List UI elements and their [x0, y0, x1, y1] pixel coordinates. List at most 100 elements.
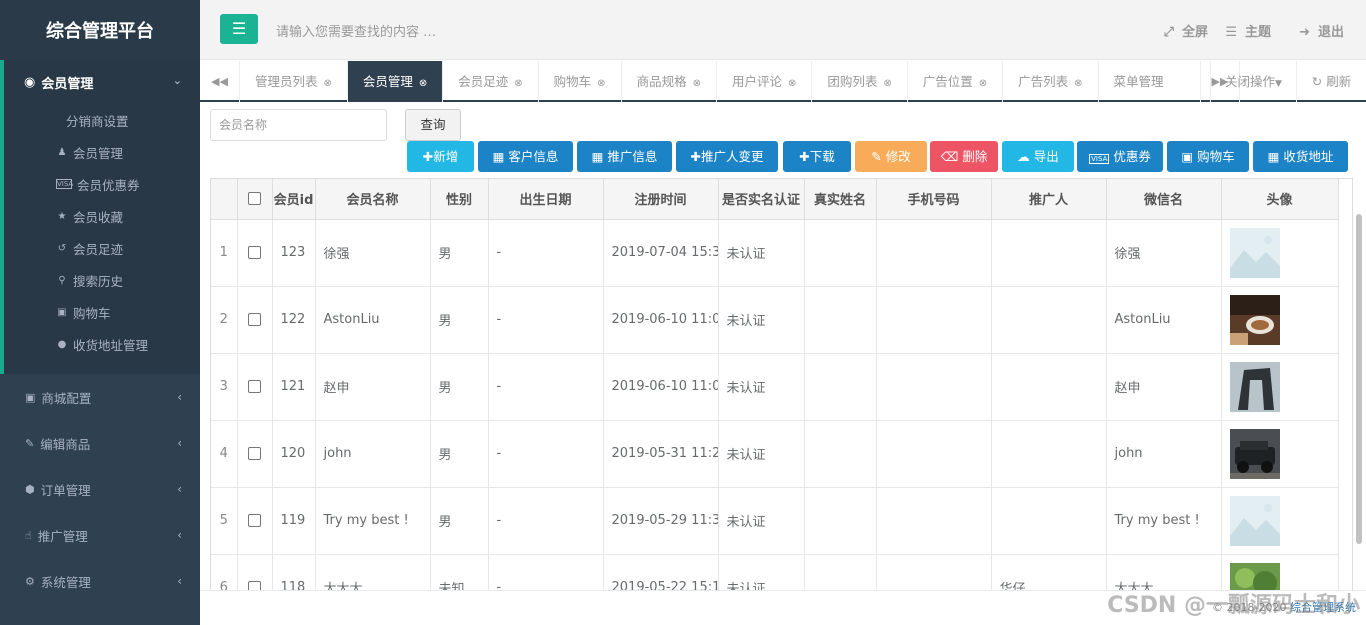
- tab-user-comments[interactable]: 用户评论 ⊗: [717, 61, 813, 102]
- close-icon[interactable]: ⊗: [324, 78, 332, 89]
- avatar-image[interactable]: [1229, 562, 1280, 591]
- tab-label: 管理员列表: [255, 74, 318, 89]
- submenu-address[interactable]: ● 收货地址管理: [4, 328, 200, 360]
- submenu-member-favorite[interactable]: ★ 会员收藏: [4, 200, 200, 232]
- cart-icon: ▣: [57, 306, 67, 318]
- button-label: 删除: [962, 149, 988, 164]
- menu-mall-config[interactable]: ▣ 商城配置 ‹: [0, 374, 200, 420]
- column-header-gender[interactable]: 性别: [430, 179, 489, 220]
- download-button[interactable]: ✚下载: [783, 141, 851, 172]
- column-header-id[interactable]: 会员id: [272, 179, 316, 220]
- cell-id: 119: [272, 487, 316, 555]
- tab-goods-spec[interactable]: 商品规格 ⊗: [622, 61, 717, 102]
- vertical-scrollbar[interactable]: [1356, 214, 1362, 544]
- close-icon[interactable]: ⊗: [419, 78, 427, 89]
- row-select-checkbox[interactable]: [248, 514, 261, 527]
- chevron-left-icon: ‹: [177, 482, 182, 496]
- cell-id: 118: [272, 554, 316, 590]
- promo-info-button[interactable]: ▦ 推广信息: [577, 141, 672, 172]
- tab-admin-list[interactable]: 管理员列表 ⊗: [240, 61, 348, 102]
- menu-promo-manage[interactable]: ☝ 推广管理 ‹: [0, 512, 200, 558]
- avatar-image[interactable]: [1229, 294, 1280, 345]
- submenu-member-coupon[interactable]: VISA 会员优惠券: [4, 168, 200, 200]
- export-button[interactable]: ☁ 导出: [1002, 141, 1074, 172]
- close-icon[interactable]: ⊗: [514, 78, 522, 89]
- menu-order-manage[interactable]: ⬢ 订单管理 ‹: [0, 466, 200, 512]
- table-row[interactable]: 3121赵申男-2019-06-10 11:00:未认证赵申: [211, 353, 1339, 421]
- table-row[interactable]: 6118大大大未知-2019-05-22 15:18:未认证华仔大大大: [211, 554, 1339, 591]
- close-icon[interactable]: ⊗: [693, 78, 701, 89]
- submenu-member-footprint[interactable]: ↺ 会员足迹: [4, 232, 200, 264]
- close-operations-dropdown[interactable]: 关闭操作▼: [1210, 61, 1296, 102]
- row-select-checkbox[interactable]: [248, 246, 261, 259]
- table-row[interactable]: 1123徐强男-2019-07-04 15:37:未认证徐强: [211, 219, 1339, 287]
- row-select-checkbox[interactable]: [248, 313, 261, 326]
- query-button[interactable]: 查询: [405, 109, 461, 141]
- delete-button[interactable]: ⌫ 删除: [930, 141, 998, 172]
- column-header-wechat[interactable]: 微信名: [1106, 179, 1222, 220]
- tab-ad-list[interactable]: 广告列表 ⊗: [1003, 61, 1099, 102]
- close-icon[interactable]: ⊗: [1074, 78, 1082, 89]
- column-header-register-time[interactable]: 注册时间: [603, 179, 719, 220]
- row-select-checkbox[interactable]: [248, 380, 261, 393]
- close-icon[interactable]: ⊗: [883, 78, 891, 89]
- submenu-member-manage[interactable]: ♟ 会员管理: [4, 136, 200, 168]
- edit-button[interactable]: ✎ 修改: [855, 141, 927, 172]
- cart-button[interactable]: ▣ 购物车: [1167, 141, 1249, 172]
- submenu-cart[interactable]: ▣ 购物车: [4, 296, 200, 328]
- add-button[interactable]: ✚新增: [407, 141, 474, 172]
- column-header-name[interactable]: 会员名称: [315, 179, 431, 220]
- column-header-birthdate[interactable]: 出生日期: [488, 179, 604, 220]
- column-header-phone[interactable]: 手机号码: [876, 179, 992, 220]
- tab-ad-position[interactable]: 广告位置 ⊗: [908, 61, 1004, 102]
- refresh-button[interactable]: ↻ 刷新: [1296, 61, 1366, 102]
- menu-system-manage[interactable]: ⚙ 系统管理 ‹: [0, 558, 200, 604]
- fullscreen-button[interactable]: ⤢ 全屏: [1164, 21, 1208, 40]
- tab-member-manage[interactable]: 会员管理 ⊗: [347, 61, 444, 102]
- select-all-checkbox[interactable]: [248, 192, 261, 206]
- close-icon[interactable]: ⊗: [979, 78, 987, 89]
- column-header-verified[interactable]: 是否实名认证: [718, 179, 805, 220]
- member-name-input[interactable]: 会员名称: [210, 109, 387, 141]
- submenu-label: 购物车: [73, 305, 111, 321]
- theme-button[interactable]: ☰ 主题: [1225, 21, 1271, 40]
- tab-scroll-left-button[interactable]: ◀◀: [200, 61, 240, 102]
- user-circle-icon: ◉: [24, 74, 36, 90]
- close-icon[interactable]: ⊗: [597, 78, 605, 89]
- tab-cart[interactable]: 购物车 ⊗: [539, 61, 622, 102]
- logout-button[interactable]: ➜ 退出: [1299, 21, 1344, 40]
- column-header-real-name[interactable]: 真实姓名: [804, 179, 877, 220]
- app-title: 综合管理平台: [0, 0, 200, 60]
- column-header-avatar[interactable]: 头像: [1221, 179, 1339, 220]
- change-promoter-button[interactable]: ✚推广人变更: [676, 141, 778, 172]
- submenu-label: 搜索历史: [73, 273, 124, 289]
- submenu-distributor-settings[interactable]: 分销商设置: [4, 104, 200, 136]
- tab-menu-manage[interactable]: 菜单管理 ⊗: [1099, 61, 1167, 102]
- tab-member-footprint[interactable]: 会员足迹 ⊗: [443, 61, 539, 102]
- button-label: 优惠券: [1113, 149, 1151, 164]
- coupon-button[interactable]: VISA 优惠券: [1077, 141, 1163, 172]
- customer-info-button[interactable]: ▦ 客户信息: [478, 141, 573, 172]
- avatar-image[interactable]: [1229, 361, 1280, 412]
- row-select-checkbox[interactable]: [248, 447, 261, 460]
- close-icon[interactable]: ⊗: [788, 78, 796, 89]
- address-button[interactable]: ▦ 收货地址: [1253, 141, 1348, 172]
- table-row[interactable]: 2122AstonLiu男-2019-06-10 11:08:未认证AstonL…: [211, 286, 1339, 354]
- global-search-input[interactable]: 请输入您需要查找的内容 …: [276, 21, 436, 40]
- avatar-image[interactable]: [1229, 227, 1280, 278]
- table-row[interactable]: 4120john男-2019-05-31 11:26:未认证john: [211, 420, 1339, 488]
- column-header-promoter[interactable]: 推广人: [991, 179, 1107, 220]
- menu-edit-goods[interactable]: ✎ 编辑商品 ‹: [0, 420, 200, 466]
- tab-group-buy[interactable]: 团购列表 ⊗: [812, 61, 908, 102]
- menu-toggle-button[interactable]: ☰: [220, 14, 258, 44]
- avatar-image[interactable]: [1229, 495, 1280, 546]
- row-select-checkbox[interactable]: [248, 581, 261, 590]
- table-row[interactable]: 5119Try my best !男-2019-05-29 11:31:未认证T…: [211, 487, 1339, 555]
- avatar-image[interactable]: [1229, 428, 1280, 479]
- button-label: 导出: [1033, 149, 1059, 164]
- menu-member[interactable]: ◉ 会员管理 ⌄: [4, 60, 200, 104]
- cell-gender: 未知: [430, 554, 489, 590]
- caret-down-icon: ▼: [1275, 79, 1282, 89]
- submenu-search-history[interactable]: ⚲ 搜索历史: [4, 264, 200, 296]
- backward-icon: ◀◀: [211, 75, 228, 88]
